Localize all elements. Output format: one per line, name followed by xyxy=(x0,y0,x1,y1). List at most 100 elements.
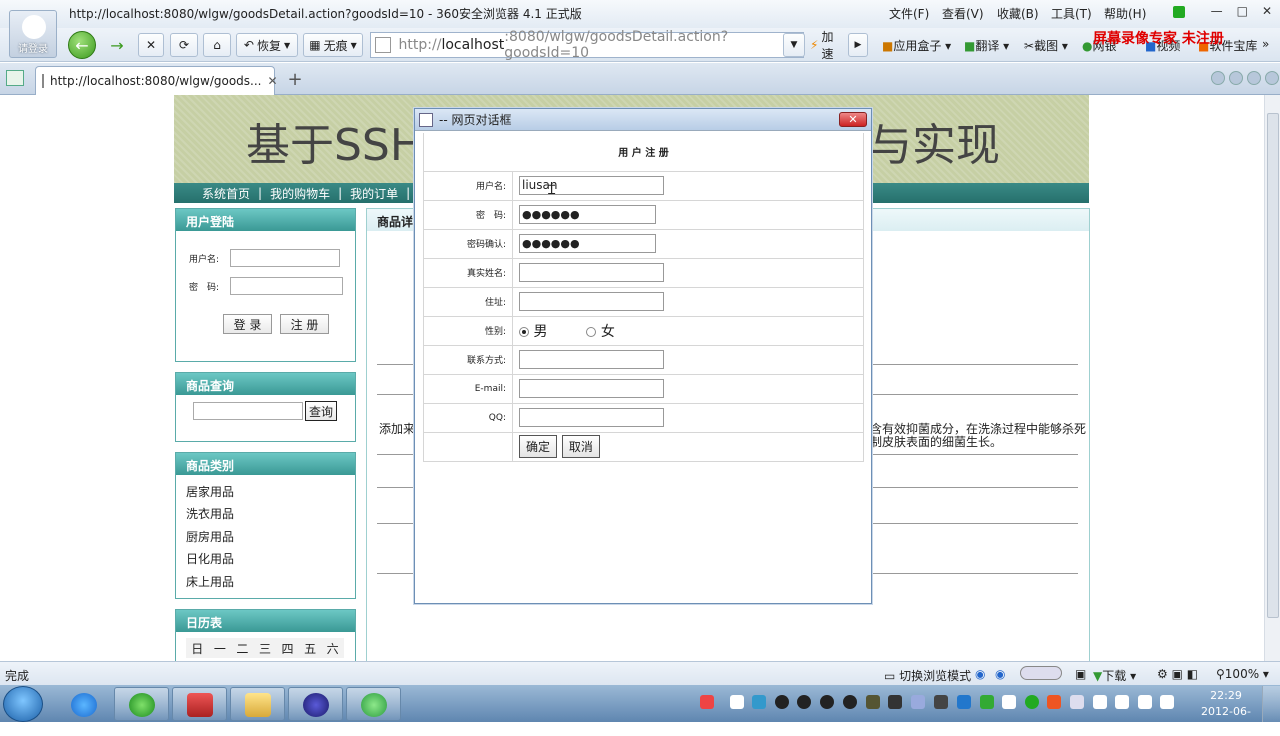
ie-mode-icon[interactable]: ◉ xyxy=(975,667,985,681)
nav-orders[interactable]: 我的订单 xyxy=(350,185,398,202)
email-input[interactable] xyxy=(519,379,664,398)
qq-icon[interactable] xyxy=(843,695,857,709)
tab-close-icon[interactable]: ✕ xyxy=(268,74,278,88)
menu-help[interactable]: 帮助(H) xyxy=(1104,5,1146,22)
category-item[interactable]: 居家用品 xyxy=(186,483,234,500)
tray-app-icon[interactable] xyxy=(1025,695,1039,709)
speed-button[interactable]: ⚡ 加速 xyxy=(806,30,846,61)
menu-view[interactable]: 查看(V) xyxy=(942,5,984,22)
minimize-button[interactable]: — xyxy=(1211,4,1223,18)
start-button[interactable] xyxy=(3,686,43,722)
address-bar[interactable]: http://localhost:8080/wlgw/goodsDetail.a… xyxy=(370,29,804,61)
flag-icon[interactable] xyxy=(1093,695,1107,709)
qq-input[interactable] xyxy=(519,408,664,427)
taskbar-clock[interactable]: 22:29 2012-06-26 xyxy=(1196,688,1256,736)
go-button[interactable]: ▶ xyxy=(848,33,868,57)
status-tools-icon[interactable]: ⚙ ▣ ◧ xyxy=(1157,667,1198,681)
download-button[interactable]: ▼下载 ▾ xyxy=(1093,667,1136,684)
incognito-button[interactable]: ▦ 无痕 ▼ xyxy=(303,33,363,57)
tab-goods-detail[interactable]: http://localhost:8080/wlgw/goods... ✕ xyxy=(35,66,278,95)
shirt-icon[interactable] xyxy=(1173,6,1185,18)
tray-app-icon[interactable] xyxy=(1070,695,1084,709)
taskbar-ie[interactable] xyxy=(56,687,111,721)
new-tab-button[interactable]: + xyxy=(282,68,308,90)
register-button[interactable]: 注 册 xyxy=(280,314,329,334)
switch-mode-button[interactable]: ▭ 切换浏览模式 xyxy=(884,667,971,684)
gender-female-radio[interactable] xyxy=(586,326,597,337)
maximize-button[interactable]: □ xyxy=(1237,4,1248,18)
app-box-button[interactable]: ■应用盒子 ▾ xyxy=(882,37,951,54)
menu-tools[interactable]: 工具(T) xyxy=(1051,5,1092,22)
qq-icon[interactable] xyxy=(775,695,789,709)
tray-app-icon[interactable] xyxy=(957,695,971,709)
tray-app-icon[interactable] xyxy=(752,695,766,709)
restore-button[interactable]: ↶ 恢复 ▼ xyxy=(236,33,298,57)
nav-cart[interactable]: 我的购物车 xyxy=(270,185,330,202)
confirm-password-input[interactable]: ●●●●●● xyxy=(519,234,656,253)
ok-button[interactable]: 确定 xyxy=(519,435,558,458)
tray-app-icon[interactable] xyxy=(911,695,925,709)
stop-button[interactable]: ✕ xyxy=(138,33,164,57)
forward-button[interactable]: → xyxy=(101,33,133,57)
category-item[interactable]: 厨房用品 xyxy=(186,528,234,545)
close-button[interactable]: ✕ xyxy=(1262,4,1272,18)
dialog-close-button[interactable]: ✕ xyxy=(839,112,867,127)
tray-app-icon[interactable] xyxy=(700,695,714,709)
taskbar-explorer[interactable] xyxy=(230,687,285,721)
toolbar-overflow-button[interactable]: » xyxy=(1262,37,1269,51)
toggle-switch[interactable] xyxy=(1020,666,1062,680)
tray-app-icon[interactable] xyxy=(934,695,948,709)
password-input[interactable]: ●●●●●● xyxy=(519,205,656,224)
login-password-input[interactable] xyxy=(230,277,343,295)
home-button[interactable]: ⌂ xyxy=(203,33,231,57)
menu-file[interactable]: 文件(F) xyxy=(889,5,929,22)
translate-button[interactable]: ■翻译 ▾ xyxy=(964,37,1009,54)
tray-app-icon[interactable] xyxy=(888,695,902,709)
network-icon[interactable] xyxy=(1138,695,1152,709)
refresh-button[interactable]: ⟳ xyxy=(170,33,198,57)
contact-input[interactable] xyxy=(519,350,664,369)
tray-app-icon[interactable] xyxy=(1047,695,1061,709)
back-button[interactable]: ← xyxy=(68,31,96,59)
search-button[interactable]: 查询 xyxy=(305,401,337,421)
tray-app-icon[interactable] xyxy=(1002,695,1016,709)
menu-favorites[interactable]: 收藏(B) xyxy=(997,5,1039,22)
taskbar-360browser[interactable] xyxy=(114,687,169,721)
tab-scroll-right-icon[interactable] xyxy=(1229,71,1243,85)
show-desktop-button[interactable] xyxy=(1262,686,1280,722)
login-button[interactable]: 登 录 xyxy=(223,314,272,334)
username-input[interactable]: liusan xyxy=(519,176,664,195)
tray-app-icon[interactable] xyxy=(1115,695,1129,709)
taskbar-toolbox[interactable] xyxy=(172,687,227,721)
user-avatar[interactable]: 请登录 xyxy=(9,10,57,58)
category-item[interactable]: 洗衣用品 xyxy=(186,505,234,522)
browser-mode-icon[interactable]: ◉ xyxy=(995,667,1005,681)
tab-scroll-left-icon[interactable] xyxy=(1211,71,1225,85)
tray-app-icon[interactable] xyxy=(730,695,744,709)
tab-menu-icon[interactable] xyxy=(1265,71,1279,85)
volume-icon[interactable] xyxy=(1160,695,1174,709)
qq-icon[interactable] xyxy=(820,695,834,709)
address-dropdown-button[interactable]: ▼ xyxy=(783,33,805,57)
tab-list-icon[interactable] xyxy=(1247,71,1261,85)
realname-input[interactable] xyxy=(519,263,664,282)
taskbar-eclipse[interactable] xyxy=(288,687,343,721)
scrollbar-thumb[interactable] xyxy=(1267,113,1279,618)
category-item[interactable]: 床上用品 xyxy=(186,573,234,590)
category-item[interactable]: 日化用品 xyxy=(186,550,234,567)
search-input[interactable] xyxy=(193,402,303,420)
tray-app-icon[interactable] xyxy=(866,695,880,709)
sidebar-toggle-icon[interactable] xyxy=(6,70,24,86)
zoom-control[interactable]: ⚲100% ▾ xyxy=(1216,667,1269,681)
login-username-input[interactable] xyxy=(230,249,340,267)
cancel-button[interactable]: 取消 xyxy=(561,435,600,458)
screenshot-button[interactable]: ✂截图 ▾ xyxy=(1024,37,1068,54)
nav-home[interactable]: 系统首页 xyxy=(202,185,250,202)
extension-icon[interactable]: ▣ xyxy=(1075,667,1086,681)
shield-icon[interactable] xyxy=(980,695,994,709)
taskbar-recorder[interactable] xyxy=(346,687,401,721)
vertical-scrollbar[interactable] xyxy=(1264,95,1280,661)
address-input[interactable] xyxy=(519,292,664,311)
qq-icon[interactable] xyxy=(797,695,811,709)
gender-male-radio[interactable] xyxy=(519,326,529,337)
